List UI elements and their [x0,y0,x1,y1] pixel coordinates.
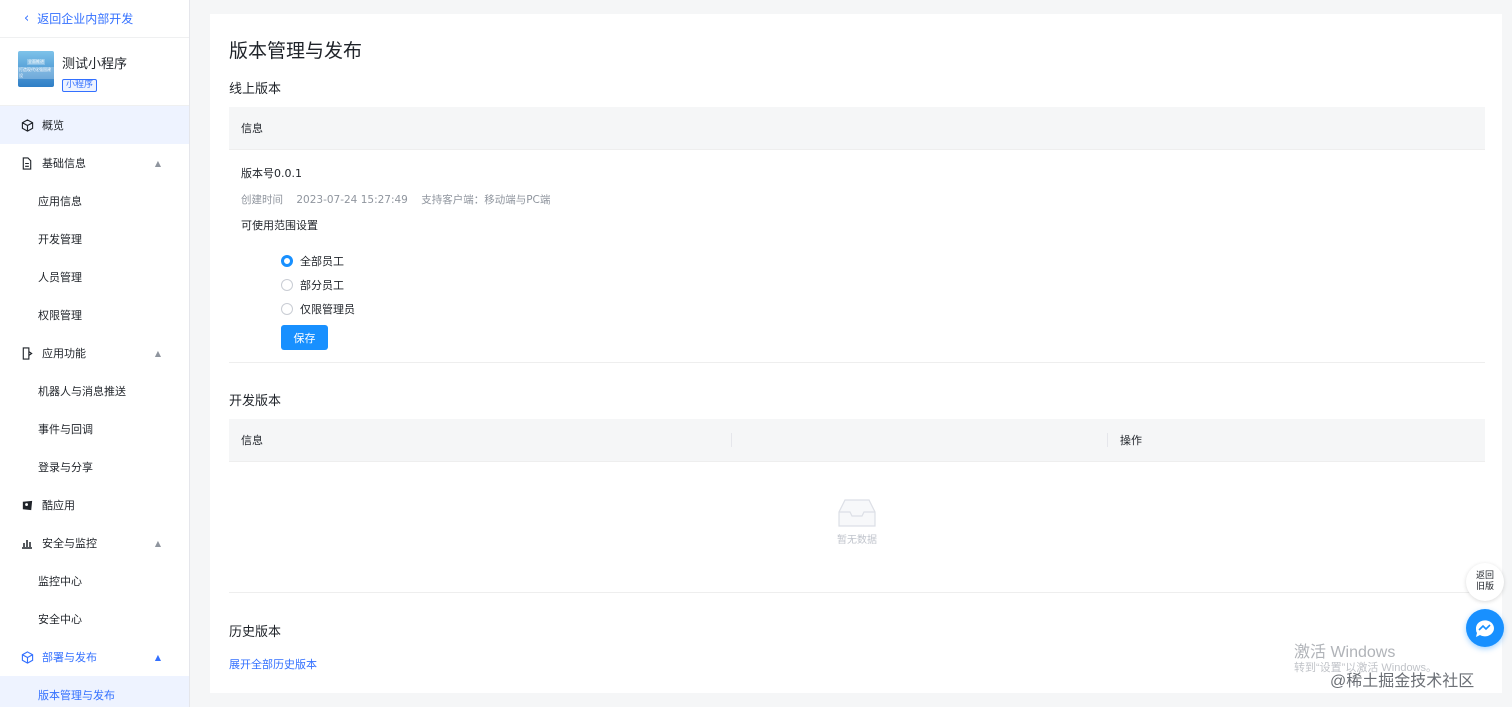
dev-version-table: 信息 操作 暂无数据 [229,419,1485,593]
sidebar-item-robot-messages[interactable]: 机器人与消息推送 [0,372,189,410]
help-chat-button[interactable] [1466,609,1504,647]
sidebar-item-events-callbacks[interactable]: 事件与回调 [0,410,189,448]
created-at: 2023-07-24 15:27:49 [296,194,408,206]
app-name: 测试小程序 [62,57,128,72]
main-panel: 版本管理与发布 线上版本 信息 版本号0.0.1 创建时间 2023-07-24… [210,14,1502,693]
back-link[interactable]: ‹ 返回企业内部开发 [0,0,189,38]
caret-up-icon: ▲ [154,652,161,662]
version-meta: 创建时间 2023-07-24 15:27:49 支持客户端：移动端与PC端 [241,192,550,207]
column-divider [731,433,732,447]
sidebar-item-login-share[interactable]: 登录与分享 [0,448,189,486]
back-to-old-version-button[interactable]: 返回旧版 [1466,563,1504,601]
empty-state: 暂无数据 [229,498,1485,546]
back-label: 返回企业内部开发 [37,12,134,26]
watermark-text: @稀土掘金技术社区 [1330,673,1475,690]
app-logo-text-1: 全面推进 [27,59,45,65]
cube-icon [20,650,34,664]
sidebar-item-cool-app[interactable]: 酷应用 [0,486,189,524]
online-version-heading: 线上版本 [229,82,282,97]
sidebar-item-label: 酷应用 [42,499,75,512]
dev-version-heading: 开发版本 [229,394,282,409]
page-title: 版本管理与发布 [229,40,363,62]
caret-up-icon: ▲ [154,158,161,168]
sidebar-item-label: 应用功能 [42,347,86,360]
bar-chart-icon [20,536,34,550]
radio-admins-only[interactable]: 仅限管理员 [281,297,355,321]
header-operation: 操作 [1120,434,1142,447]
dev-table-header: 信息 操作 [229,419,1485,462]
caret-up-icon: ▲ [154,538,161,548]
app-logo-text-2: 打造现代化强国建设 [18,67,54,79]
radio-label: 全部员工 [300,255,344,268]
column-divider [1107,433,1108,447]
sidebar-item-overview[interactable]: 概览 [0,106,189,144]
sidebar-item-label: 部署与发布 [42,651,97,664]
sidebar-item-label: 概览 [42,119,64,132]
sidebar-item-permission-management[interactable]: 权限管理 [0,296,189,334]
sidebar-item-monitor-center[interactable]: 监控中心 [0,562,189,600]
radio-label: 部分员工 [300,279,344,292]
sidebar-menu: 概览 基础信息 ▲ 应用信息 开发管理 人员管理 权限管理 应用功能 ▲ 机器人… [0,106,189,707]
document-icon [20,156,34,170]
header-info: 信息 [241,434,263,447]
chevron-left-icon: ‹ [24,11,30,26]
app-function-icon [20,346,34,360]
radio-all-staff[interactable]: 全部员工 [281,249,355,273]
back-old-label: 返回旧版 [1475,571,1494,592]
created-label: 创建时间 [241,194,283,206]
sidebar-group-deploy-release[interactable]: 部署与发布 ▲ [0,638,189,676]
radio-label: 仅限管理员 [300,303,355,316]
scope-label: 可使用范围设置 [241,219,318,232]
online-version-table: 信息 版本号0.0.1 创建时间 2023-07-24 15:27:49 支持客… [229,107,1485,363]
caret-up-icon: ▲ [154,348,161,358]
expand-history-link[interactable]: 展开全部历史版本 [229,656,317,672]
empty-text: 暂无数据 [837,535,877,546]
cube-icon [20,118,34,132]
sidebar-item-version-release[interactable]: 版本管理与发布 [0,676,189,707]
chat-icon [1475,620,1494,637]
empty-inbox-icon [838,499,876,527]
client-support: 支持客户端：移动端与PC端 [421,194,551,206]
app-header: 全面推进 打造现代化强国建设 测试小程序 小程序 [0,38,189,106]
radio-unchecked-icon [281,279,293,291]
save-button[interactable]: 保存 [281,325,328,350]
sidebar-item-member-management[interactable]: 人员管理 [0,258,189,296]
version-number: 版本号0.0.1 [241,167,302,180]
sidebar: ‹ 返回企业内部开发 全面推进 打造现代化强国建设 测试小程序 小程序 概览 基… [0,0,190,707]
sidebar-group-basic-info[interactable]: 基础信息 ▲ [0,144,189,182]
sidebar-group-security[interactable]: 安全与监控 ▲ [0,524,189,562]
sidebar-item-label: 基础信息 [42,157,86,170]
radio-unchecked-icon [281,303,293,315]
sidebar-item-app-info[interactable]: 应用信息 [0,182,189,220]
sidebar-item-label: 安全与监控 [42,537,97,550]
radio-some-staff[interactable]: 部分员工 [281,273,355,297]
radio-checked-icon [281,255,293,267]
history-version-heading: 历史版本 [229,625,282,640]
cool-app-icon [20,498,34,512]
app-logo: 全面推进 打造现代化强国建设 [18,51,54,87]
scope-radio-group: 全部员工 部分员工 仅限管理员 [281,249,355,321]
sidebar-item-dev-management[interactable]: 开发管理 [0,220,189,258]
sidebar-group-app-functions[interactable]: 应用功能 ▲ [0,334,189,372]
header-info: 信息 [241,122,263,135]
online-table-header: 信息 [229,107,1485,150]
app-type-tag: 小程序 [62,79,98,92]
sidebar-item-security-center[interactable]: 安全中心 [0,600,189,638]
